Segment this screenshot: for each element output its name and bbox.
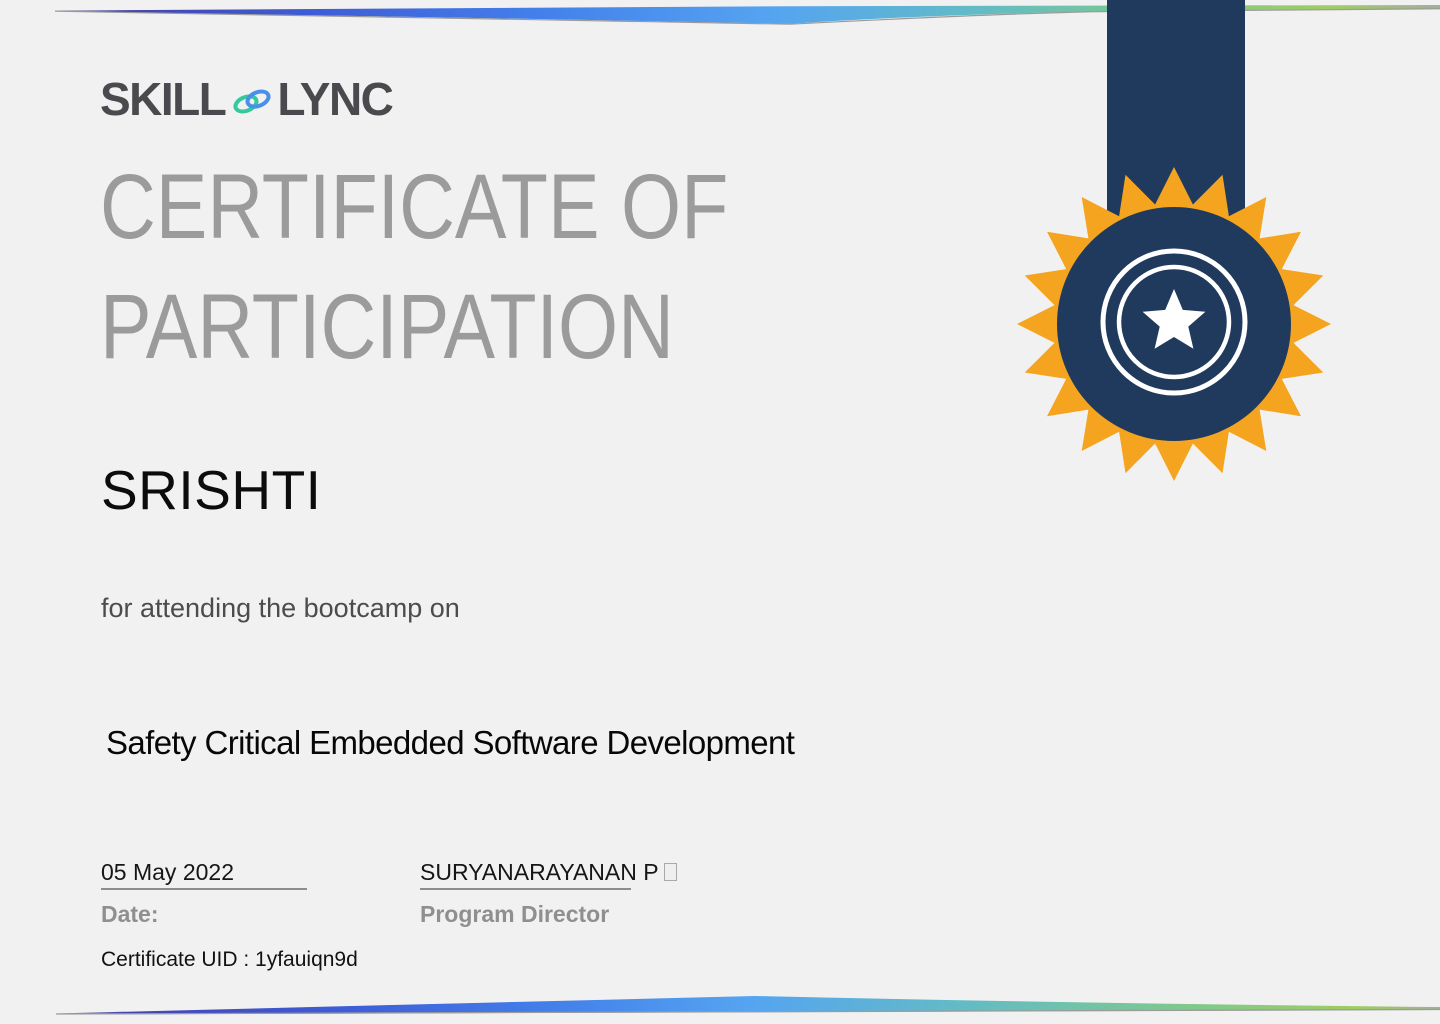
course-title: Safety Critical Embedded Software Develo…: [106, 724, 795, 761]
date-value: 05 May 2022: [101, 859, 234, 885]
director-label: Program Director: [420, 901, 610, 927]
date-label: Date:: [101, 901, 159, 927]
director-underline: [420, 888, 631, 890]
certificate-uid: Certificate UID : 1yfauiqn9d: [101, 948, 358, 971]
director-signature-block: SURYANARAYANAN P Program Director: [420, 859, 677, 927]
brand-logo-text-right: LYNC: [277, 73, 394, 125]
director-name-text: SURYANARAYANAN P: [420, 859, 659, 885]
chain-link-icon: [233, 89, 271, 113]
director-name: SURYANARAYANAN P: [420, 859, 677, 886]
date-underline: [101, 888, 307, 890]
certificate-title-line2: PARTICIPATION: [100, 276, 674, 378]
subtitle-text: for attending the bootcamp on: [101, 593, 460, 623]
date-signature-block: 05 May 2022 Date:: [101, 859, 307, 927]
recipient-name: SRISHTI: [101, 459, 322, 521]
brand-logo: SKILL LYNC: [100, 72, 394, 126]
missing-glyph-box: [663, 863, 677, 881]
bottom-border-band: [55, 996, 1440, 1015]
brand-logo-text-left: SKILL: [100, 73, 227, 125]
certificate-title-line1: CERTIFICATE OF: [100, 156, 729, 258]
